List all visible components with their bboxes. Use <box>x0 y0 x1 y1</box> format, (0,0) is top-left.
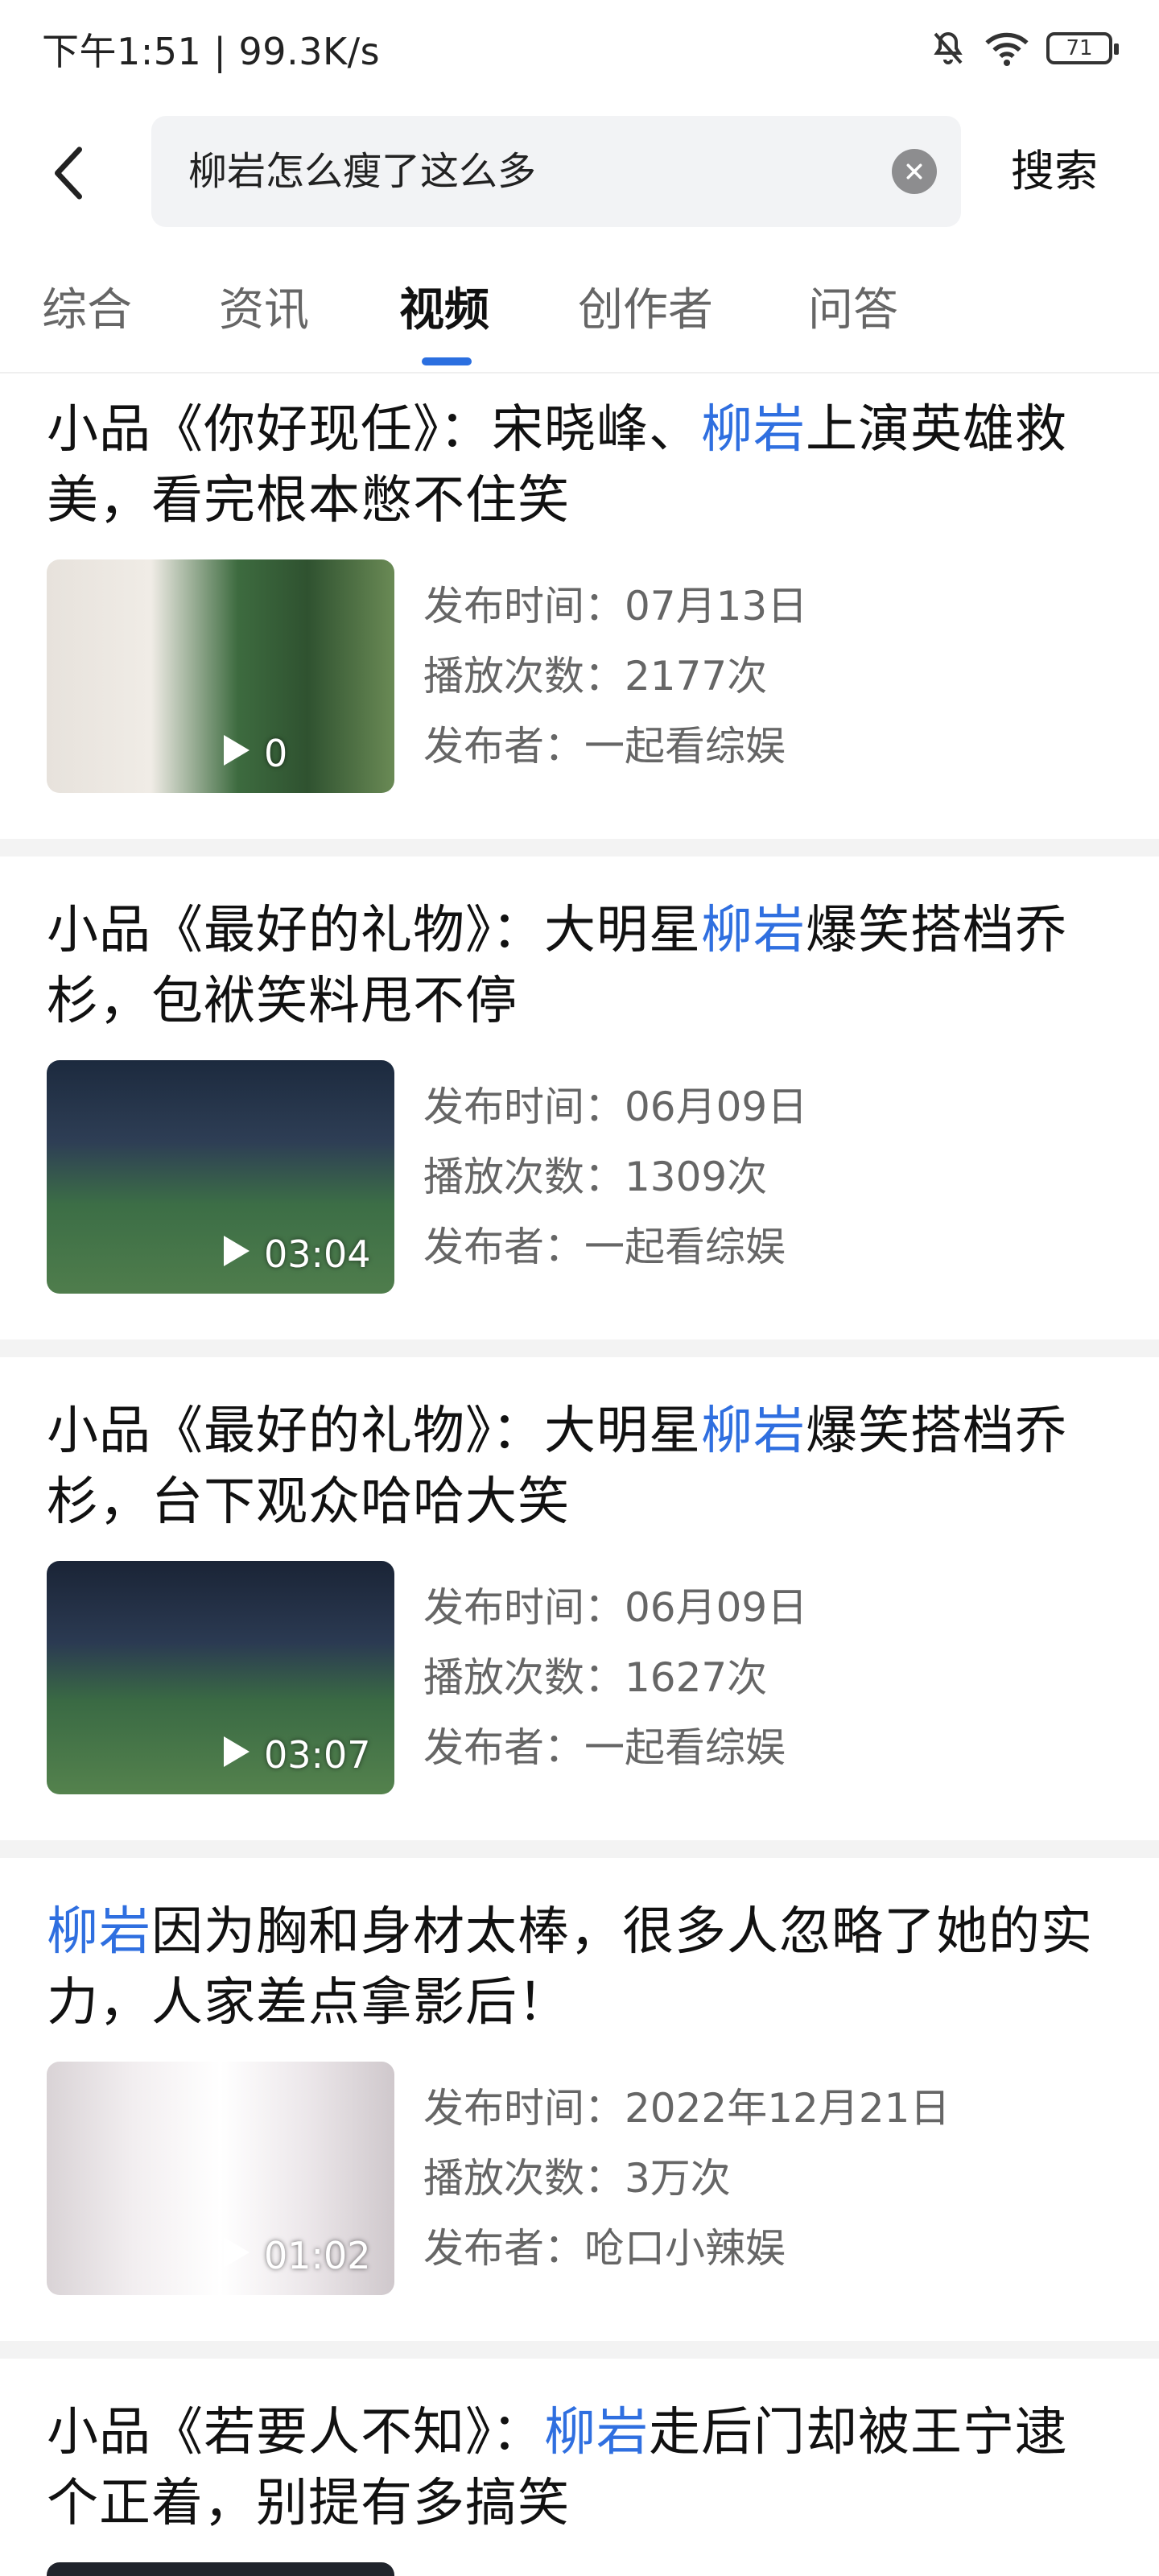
search-header: 柳岩怎么瘦了这么多 搜索 <box>0 113 1159 232</box>
search-query[interactable]: 柳岩怎么瘦了这么多 <box>188 116 536 227</box>
video-duration: 03:04 <box>264 1232 371 1276</box>
card-separator <box>0 839 1159 857</box>
play-count: 播放次数：2177次 <box>423 653 768 700</box>
tabs-divider <box>0 372 1159 374</box>
card-separator <box>0 1840 1159 1858</box>
close-icon <box>906 163 922 180</box>
title-highlight: 柳岩 <box>701 901 806 960</box>
result-title[interactable]: 小品《最好的礼物》：大明星柳岩爆笑搭档乔杉，台下观众哈哈大笑 <box>47 1396 1117 1538</box>
active-tab-indicator <box>422 357 472 365</box>
video-thumbnail[interactable] <box>47 2562 394 2576</box>
publish-time: 发布时间：06月09日 <box>423 1084 808 1130</box>
video-thumbnail[interactable]: 0 <box>47 559 394 793</box>
status-time-speed: 下午1:51 | 99.3K/s <box>42 30 381 73</box>
video-duration: 03:07 <box>264 1733 371 1777</box>
status-icons: 71 <box>929 24 1119 72</box>
play-icon <box>224 1736 250 1767</box>
result-title[interactable]: 小品《最好的礼物》：大明星柳岩爆笑搭档乔杉，包袱笑料甩不停 <box>47 895 1117 1037</box>
result-title[interactable]: 小品《你好现任》：宋晓峰、柳岩上演英雄救美，看完根本憋不住笑 <box>47 394 1117 536</box>
publisher: 发布者：一起看综娱 <box>423 723 786 770</box>
play-icon <box>224 2237 250 2268</box>
wifi-icon <box>985 32 1029 67</box>
play-icon <box>224 735 250 766</box>
result-title[interactable]: 柳岩因为胸和身材太棒，很多人忽略了她的实力，人家差点拿影后！ <box>47 1897 1117 2038</box>
title-highlight: 柳岩 <box>701 1402 806 1461</box>
tab-bar: 综合 资讯 视频 创作者 问答 <box>0 266 1159 370</box>
video-thumbnail[interactable]: 03:04 <box>47 1060 394 1294</box>
search-input[interactable]: 柳岩怎么瘦了这么多 <box>151 116 961 227</box>
search-button[interactable]: 搜索 <box>1011 116 1098 227</box>
video-result-card[interactable]: 小品《最好的礼物》：大明星柳岩爆笑搭档乔杉，包袱笑料甩不停 03:04 发布时间… <box>0 895 1159 1338</box>
tab-qa[interactable]: 问答 <box>808 274 898 339</box>
publisher: 发布者：一起看综娱 <box>423 1724 786 1771</box>
publish-time: 发布时间：2022年12月21日 <box>423 2085 951 2132</box>
video-result-card[interactable]: 小品《若要人不知》：柳岩走后门却被王宁逮个正着，别提有多搞笑 <box>0 2397 1159 2576</box>
play-count: 播放次数：1627次 <box>423 1654 768 1701</box>
title-highlight: 柳岩 <box>701 400 806 460</box>
video-duration: 0 <box>264 732 288 775</box>
clear-search-button[interactable] <box>892 149 937 194</box>
play-count: 播放次数：1309次 <box>423 1154 768 1200</box>
video-result-card[interactable]: 小品《最好的礼物》：大明星柳岩爆笑搭档乔杉，台下观众哈哈大笑 03:07 发布时… <box>0 1396 1159 1839</box>
publisher: 发布者：呛口小辣娱 <box>423 2225 786 2272</box>
play-icon <box>224 1236 250 1266</box>
tab-video[interactable]: 视频 <box>399 274 489 339</box>
video-thumbnail[interactable]: 03:07 <box>47 1561 394 1794</box>
tab-news[interactable]: 资讯 <box>219 274 309 339</box>
card-separator <box>0 2341 1159 2359</box>
tab-all[interactable]: 综合 <box>42 274 132 339</box>
play-count: 播放次数：3万次 <box>423 2155 731 2202</box>
title-highlight: 柳岩 <box>544 2403 649 2462</box>
status-bar: 下午1:51 | 99.3K/s 71 <box>0 0 1159 97</box>
result-title[interactable]: 小品《若要人不知》：柳岩走后门却被王宁逮个正着，别提有多搞笑 <box>47 2397 1117 2539</box>
chevron-left-icon <box>54 147 83 200</box>
publish-time: 发布时间：07月13日 <box>423 583 808 630</box>
publish-time: 发布时间：06月09日 <box>423 1584 808 1631</box>
video-result-card[interactable]: 柳岩因为胸和身材太棒，很多人忽略了她的实力，人家差点拿影后！ 01:02 发布时… <box>0 1897 1159 2339</box>
publisher: 发布者：一起看综娱 <box>423 1224 786 1270</box>
card-separator <box>0 1340 1159 1357</box>
video-result-card[interactable]: 小品《你好现任》：宋晓峰、柳岩上演英雄救美，看完根本憋不住笑 0 发布时间：07… <box>0 394 1159 837</box>
tab-creators[interactable]: 创作者 <box>578 274 713 339</box>
back-button[interactable] <box>40 137 97 209</box>
battery-icon: 71 <box>1046 32 1119 64</box>
mute-bell-icon <box>934 31 963 64</box>
battery-level: 71 <box>1066 36 1093 60</box>
video-thumbnail[interactable]: 01:02 <box>47 2062 394 2295</box>
title-highlight: 柳岩 <box>47 1902 151 1962</box>
video-duration: 01:02 <box>264 2234 371 2277</box>
